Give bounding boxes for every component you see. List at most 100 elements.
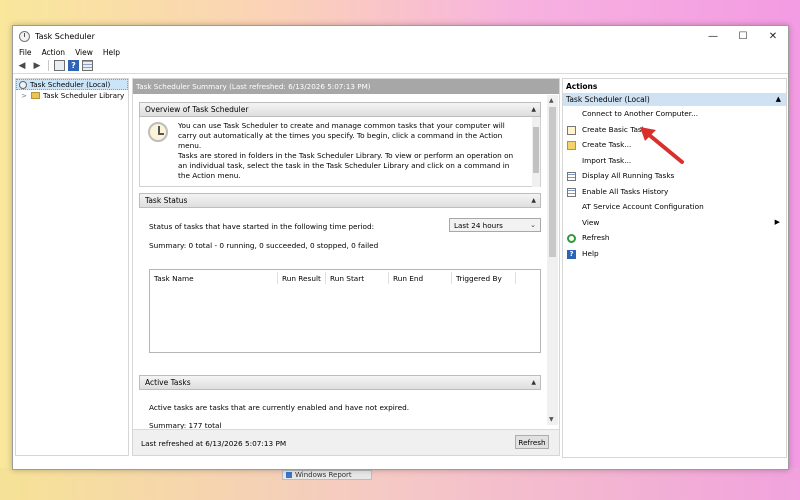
action-label: Refresh [582,233,610,243]
clock-icon [19,80,27,89]
action-connect-computer[interactable]: Connect to Another Computer... [563,106,786,122]
task-scheduler-clock-icon [19,30,30,42]
create-basic-task-icon [567,125,576,135]
refresh-icon [567,234,576,243]
tree-item-task-scheduler-library[interactable]: > Task Scheduler Library [16,90,128,101]
submenu-arrow-icon: ▶ [774,217,780,226]
overview-section-header[interactable]: Overview of Task Scheduler ▲ [139,102,541,117]
scrollbar-thumb[interactable] [549,107,556,257]
action-display-running-tasks[interactable]: Display All Running Tasks [563,168,786,184]
action-create-basic-task[interactable]: Create Basic Task... [563,122,786,138]
taskbar-window-peek[interactable]: Windows Report [282,470,372,480]
menu-action[interactable]: Action [42,48,66,57]
menu-help[interactable]: Help [103,48,120,57]
window-title: Task Scheduler [35,31,95,41]
taskbar-peek-label: Windows Report [295,471,352,479]
history-list-icon [567,187,576,197]
column-run-end[interactable]: Run End [389,272,452,284]
action-label: Help [582,248,599,258]
running-tasks-list-icon [567,172,576,181]
scroll-up-icon[interactable]: ▲ [549,97,554,104]
time-period-select[interactable]: Last 24 hours ⌄ [449,218,541,232]
action-label: AT Service Account Configuration [582,202,704,212]
back-arrow-icon[interactable]: ◀ [16,60,28,72]
column-run-result[interactable]: Run Result [278,272,326,284]
minimize-button[interactable]: — [698,26,728,46]
summary-pane: Task Scheduler Summary (Last refreshed: … [132,78,560,456]
windows-report-icon [286,472,292,478]
collapse-up-icon[interactable]: ▲ [531,197,536,204]
action-label: Display All Running Tasks [582,171,675,181]
overview-paragraph-2: Tasks are stored in folders in the Task … [178,151,514,180]
chevron-right-icon[interactable]: > [20,92,28,100]
actions-title: Actions [566,81,598,91]
window-controls: — ☐ ✕ [698,26,788,46]
console-tree: Task Scheduler (Local) > Task Scheduler … [15,78,129,456]
action-create-task[interactable]: Create Task... [563,137,786,153]
show-hide-console-tree-icon[interactable] [54,60,65,71]
action-import-task[interactable]: Import Task... [563,153,786,169]
time-period-label: Status of tasks that have started in the… [149,222,375,231]
action-label: Create Basic Task... [582,124,653,134]
section-title: Overview of Task Scheduler [145,105,249,114]
action-help[interactable]: ? Help [563,246,786,262]
action-view[interactable]: View ▶ [563,215,786,231]
overview-scrollbar[interactable] [532,117,540,187]
desktop-taskbar-strip [0,468,800,500]
overview-content: You can use Task Scheduler to create and… [139,117,541,187]
action-label: View [582,217,600,227]
title-bar: Task Scheduler — ☐ ✕ [13,26,788,46]
action-label: Enable All Tasks History [582,186,669,196]
summary-scrollbar[interactable]: ▲ ▼ [547,95,558,425]
menu-file[interactable]: File [19,48,32,57]
create-task-icon [567,141,576,150]
task-status-summary: Summary: 0 total - 0 running, 0 succeede… [149,241,379,250]
tree-item-label: Task Scheduler (Local) [30,80,111,89]
time-period-value: Last 24 hours [454,220,503,230]
maximize-button[interactable]: ☐ [728,26,758,46]
folder-icon [31,92,40,99]
column-run-start[interactable]: Run Start [326,272,389,284]
collapse-up-icon[interactable]: ▲ [531,106,536,113]
show-action-pane-icon[interactable] [82,60,93,71]
close-button[interactable]: ✕ [758,26,788,46]
collapse-up-icon[interactable]: ▲ [776,95,781,103]
section-title: Task Status [145,196,188,205]
chevron-down-icon: ⌄ [530,221,536,229]
toolbar-separator [48,60,49,71]
column-triggered-by[interactable]: Triggered By [452,272,516,284]
actions-group-label: Task Scheduler (Local) [566,95,650,104]
tree-item-task-scheduler-local[interactable]: Task Scheduler (Local) [16,79,128,90]
action-label: Connect to Another Computer... [582,109,699,119]
help-icon: ? [567,249,576,259]
task-status-table: Task Name Run Result Run Start Run End T… [149,269,541,353]
active-tasks-description: Active tasks are tasks that are currentl… [149,403,410,412]
toolbar: ◀ ▶ ? [13,58,788,74]
task-status-section-header[interactable]: Task Status ▲ [139,193,541,208]
task-scheduler-window: Task Scheduler — ☐ ✕ File Action View He… [12,25,789,470]
actions-group-header[interactable]: Task Scheduler (Local) ▲ [563,93,786,106]
action-at-service-config[interactable]: AT Service Account Configuration [563,199,786,215]
active-tasks-section-header[interactable]: Active Tasks ▲ [139,375,541,390]
action-label: Create Task... [582,140,632,150]
main-body: Task Scheduler (Local) > Task Scheduler … [13,75,788,469]
scrollbar-thumb[interactable] [533,127,539,173]
tree-item-label: Task Scheduler Library [43,91,125,100]
forward-arrow-icon[interactable]: ▶ [31,60,43,72]
menu-view[interactable]: View [75,48,93,57]
action-enable-tasks-history[interactable]: Enable All Tasks History [563,184,786,200]
summary-header: Task Scheduler Summary (Last refreshed: … [133,79,559,94]
action-label: Import Task... [582,155,632,165]
section-title: Active Tasks [145,378,191,387]
action-refresh[interactable]: Refresh [563,230,786,246]
scheduler-clock-icon [148,122,168,142]
help-icon[interactable]: ? [68,60,79,71]
column-task-name[interactable]: Task Name [150,272,278,284]
scroll-down-icon[interactable]: ▼ [549,416,554,423]
last-refreshed-text: Last refreshed at 6/13/2026 5:07:13 PM [141,439,287,448]
actions-pane: Actions Task Scheduler (Local) ▲ Connect… [562,78,787,458]
summary-footer: Last refreshed at 6/13/2026 5:07:13 PM R… [133,429,559,455]
collapse-up-icon[interactable]: ▲ [531,379,536,386]
refresh-button[interactable]: Refresh [515,435,549,449]
menu-bar: File Action View Help [13,46,788,58]
